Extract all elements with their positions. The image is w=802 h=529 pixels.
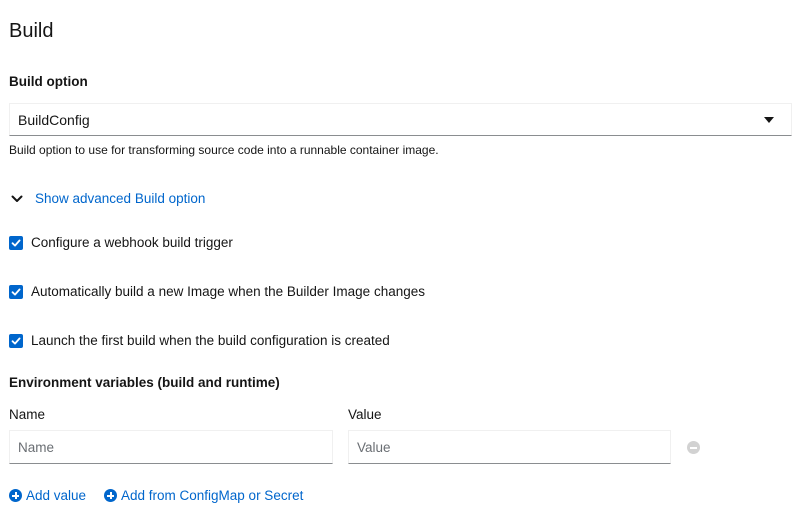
env-vars-heading: Environment variables (build and runtime… (9, 375, 280, 390)
auto-build-checkbox-row[interactable]: Automatically build a new Image when the… (9, 284, 425, 299)
remove-env-var-icon[interactable] (687, 441, 700, 454)
build-form: Build Build option BuildConfig Build opt… (0, 0, 802, 529)
add-from-configmap-label: Add from ConfigMap or Secret (121, 488, 304, 503)
show-advanced-build-option-label: Show advanced Build option (35, 191, 206, 206)
webhook-trigger-checkbox-row[interactable]: Configure a webhook build trigger (9, 235, 233, 250)
launch-first-build-checkbox[interactable] (9, 333, 23, 348)
launch-first-build-label: Launch the first build when the build co… (31, 333, 390, 348)
auto-build-checkbox[interactable] (9, 284, 23, 299)
plus-circle-icon (104, 489, 117, 502)
env-name-input[interactable] (9, 430, 333, 464)
env-value-column-label: Value (348, 407, 382, 422)
webhook-trigger-checkbox[interactable] (9, 235, 23, 250)
page-title: Build (9, 20, 54, 42)
show-advanced-build-option-toggle[interactable]: Show advanced Build option (9, 191, 205, 206)
build-option-label: Build option (9, 74, 88, 89)
build-option-helper-text: Build option to use for transforming sou… (9, 143, 439, 157)
build-option-selected-value: BuildConfig (18, 111, 90, 128)
build-option-select[interactable]: BuildConfig (9, 103, 792, 136)
env-value-input[interactable] (348, 430, 671, 464)
add-value-button[interactable]: Add value (9, 488, 86, 503)
auto-build-label: Automatically build a new Image when the… (31, 284, 425, 299)
caret-down-icon (764, 116, 774, 123)
add-value-label: Add value (26, 488, 87, 503)
chevron-down-icon (10, 192, 24, 206)
env-name-column-label: Name (9, 407, 46, 422)
webhook-trigger-label: Configure a webhook build trigger (31, 235, 233, 250)
add-from-configmap-button[interactable]: Add from ConfigMap or Secret (104, 488, 303, 503)
launch-first-build-checkbox-row[interactable]: Launch the first build when the build co… (9, 333, 390, 348)
plus-circle-icon (9, 489, 22, 502)
